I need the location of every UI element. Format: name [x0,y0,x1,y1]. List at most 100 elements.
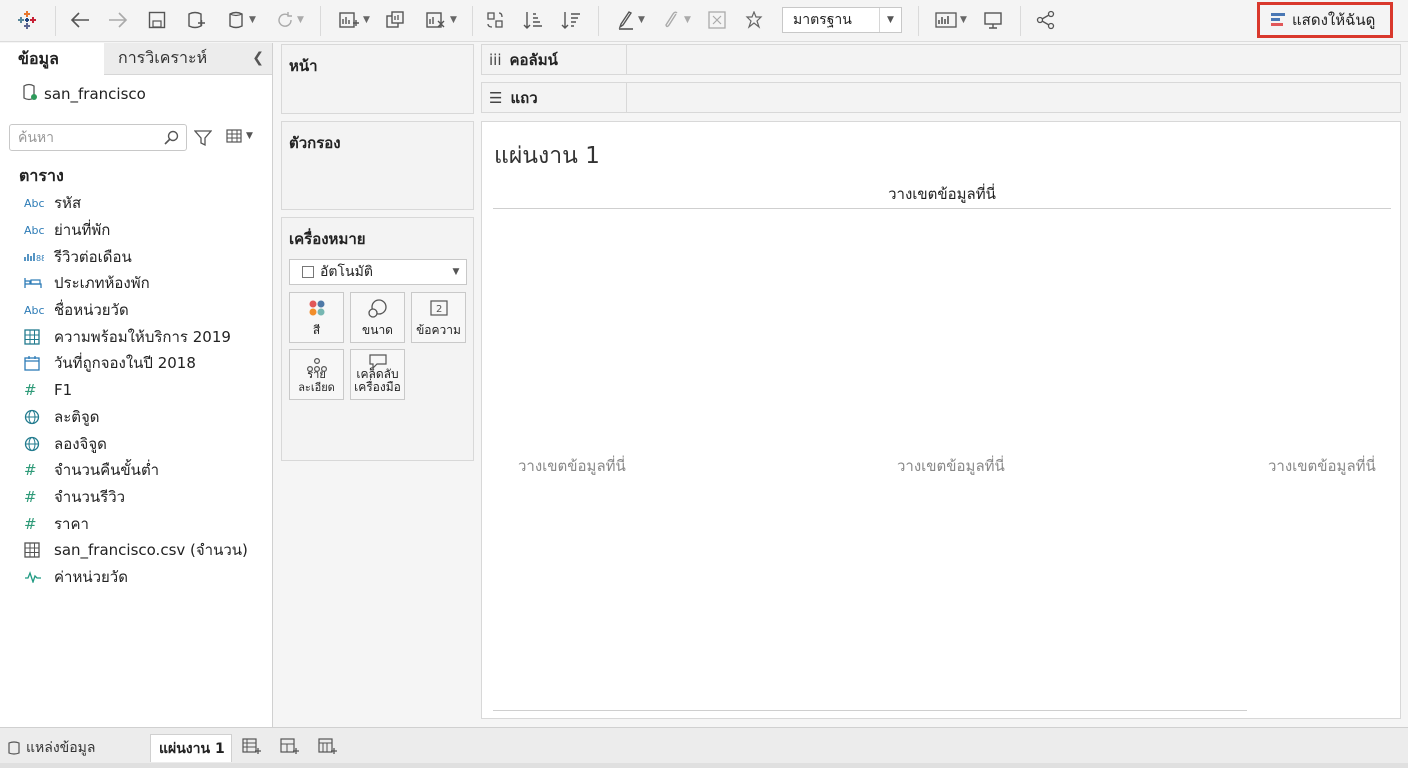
highlight-icon[interactable]: ▼ [612,7,650,33]
sort-ascending-icon[interactable] [521,7,545,33]
size-label: ขนาด [362,323,393,337]
sheet-title[interactable]: แผ่นงาน 1 [494,138,600,174]
table-icon [24,329,46,345]
toolbar-separator [1020,6,1021,36]
tab-data-source-label: แหล่งข้อมูล [26,740,96,756]
field-label: ราคา [54,514,89,533]
database-icon [22,83,38,105]
duplicate-sheet-icon[interactable] [382,7,408,33]
label-button[interactable]: 2 ข้อความ [411,292,466,343]
pages-card[interactable]: หน้า [281,44,474,114]
data-source-menu-icon[interactable]: ▼ [222,7,262,33]
rows-shelf-label: ☰ แถว [482,83,627,112]
drop-zone-rows[interactable]: วางเขตข้อมูลที่นี่ [518,454,626,478]
sort-descending-icon[interactable] [559,7,583,33]
pin-icon[interactable] [742,7,766,33]
field-item[interactable]: # ราคา [0,510,272,537]
color-button[interactable]: สี [289,292,344,343]
tooltip-label-line2: เครื่องมือ [354,380,401,394]
new-story-icon[interactable] [318,738,338,760]
abc-icon: Abc [24,223,45,237]
toolbar: ▼ ▼ ▼ ▼ ▼ ▼ มาตรฐาน ▼ ▼ แสดงให้ฉันดู [0,0,1408,42]
tab-data[interactable]: ข้อมูล [0,43,104,75]
field-label: ละติจูด [54,407,100,426]
show-labels-icon[interactable] [705,7,729,33]
mark-type-select[interactable]: อัตโนมัติ ▼ [289,259,467,285]
filter-icon[interactable] [193,129,213,151]
data-source-item[interactable]: san_francisco [22,83,146,105]
marks-card: เครื่องหมาย อัตโนมัติ ▼ สี ขนาด 2 ข้อควา… [281,217,474,461]
tab-data-source[interactable]: แหล่งข้อมูล [8,734,95,762]
measure-values-icon [24,571,46,583]
field-label: วันที่ถูกจองในปี 2018 [54,354,196,373]
field-label: รหัส [54,194,82,213]
bed-icon [24,277,46,289]
svg-text:2: 2 [436,304,442,315]
database-icon [8,741,20,755]
field-item[interactable]: ละติจูด [0,404,272,431]
field-item[interactable]: ลองจิจูด [0,430,272,457]
calendar-icon [24,355,46,372]
tooltip-button[interactable]: เคล็ดลับ เครื่องมือ [350,349,405,400]
chevron-down-icon: ▼ [879,8,901,32]
field-item[interactable]: # จำนวนรีวิว [0,484,272,511]
columns-shelf[interactable]: iii คอลัมน์ [481,44,1401,75]
show-me-button[interactable]: แสดงให้ฉันดู [1257,2,1393,38]
drop-zone-center[interactable]: วางเขตข้อมูลที่นี่ [897,454,1005,478]
field-item[interactable]: san_francisco.csv (จำนวน) [0,537,272,564]
drop-zone-right[interactable]: วางเขตข้อมูลที่นี่ [1268,454,1376,478]
back-arrow-icon[interactable] [67,7,93,33]
labels-menu-icon[interactable]: ▼ [932,7,970,33]
size-button[interactable]: ขนาด [350,292,405,343]
tab-sheet-1[interactable]: แผ่นงาน 1 [150,734,232,762]
new-dashboard-icon[interactable] [280,738,300,760]
forward-arrow-icon[interactable] [105,7,131,33]
refresh-icon[interactable]: ▼ [270,7,310,33]
toolbar-separator [55,6,56,36]
tooltip-icon [351,353,404,369]
field-item[interactable]: Abc รหัส [0,190,272,217]
field-item[interactable]: ค่าหน่วยวัด [0,564,272,591]
field-item[interactable]: วันที่ถูกจองในปี 2018 [0,350,272,377]
pages-title: หน้า [289,57,318,75]
rows-icon: ☰ [489,88,503,107]
field-item[interactable]: ประเภทห้องพัก [0,270,272,297]
color-label: สี [312,323,321,337]
tables-heading: ตาราง [19,166,64,185]
fit-select-value: มาตรฐาน [793,12,852,28]
field-label: ชื่อหน่วยวัด [54,301,129,320]
new-worksheet-icon[interactable] [242,738,262,760]
search-input[interactable]: ค้นหา [9,124,187,151]
abc-icon: Abc [24,303,45,317]
toolbar-separator [598,6,599,36]
data-pane: ข้อมูล การวิเคราะห์ ❮ san_francisco ค้นห… [0,43,273,727]
clear-sheet-icon[interactable]: ▼ [420,7,462,33]
field-item[interactable]: Abc ชื่อหน่วยวัด [0,297,272,324]
detail-icon [290,356,343,374]
save-icon[interactable] [145,7,169,33]
group-members-icon[interactable]: ▼ [657,7,697,33]
new-worksheet-icon[interactable]: ▼ [333,7,375,33]
tab-analysis[interactable]: การวิเคราะห์ ❮ [104,43,272,75]
filters-card[interactable]: ตัวกรอง [281,121,474,210]
field-item[interactable]: Abc ย่านที่พัก [0,217,272,244]
toolbar-separator [918,6,919,36]
tableau-logo-icon[interactable] [14,7,40,33]
detail-button[interactable]: รายละเอียด [289,349,344,400]
fit-select[interactable]: มาตรฐาน ▼ [782,7,902,33]
field-item[interactable]: 88 รีวิวต่อเดือน [0,243,272,270]
field-item[interactable]: ความพร้อมให้บริการ 2019 [0,323,272,350]
hash-icon: # [24,487,37,506]
swap-rows-columns-icon[interactable] [483,7,507,33]
worksheet-canvas[interactable]: แผ่นงาน 1 วางเขตข้อมูลที่นี่ วางเขตข้อมู… [481,121,1401,719]
presentation-mode-icon[interactable] [981,7,1005,33]
drop-zone-columns[interactable]: วางเขตข้อมูลที่นี่ [482,182,1402,206]
rows-shelf[interactable]: ☰ แถว [481,82,1401,113]
view-options-icon[interactable]: ▼ [226,129,253,143]
share-icon[interactable] [1034,7,1058,33]
field-item[interactable]: # F1 [0,377,272,404]
collapse-pane-icon[interactable]: ❮ [252,50,264,66]
field-item[interactable]: # จำนวนคืนขั้นต่ำ [0,457,272,484]
new-data-source-icon[interactable] [184,7,208,33]
search-icon [164,130,180,150]
